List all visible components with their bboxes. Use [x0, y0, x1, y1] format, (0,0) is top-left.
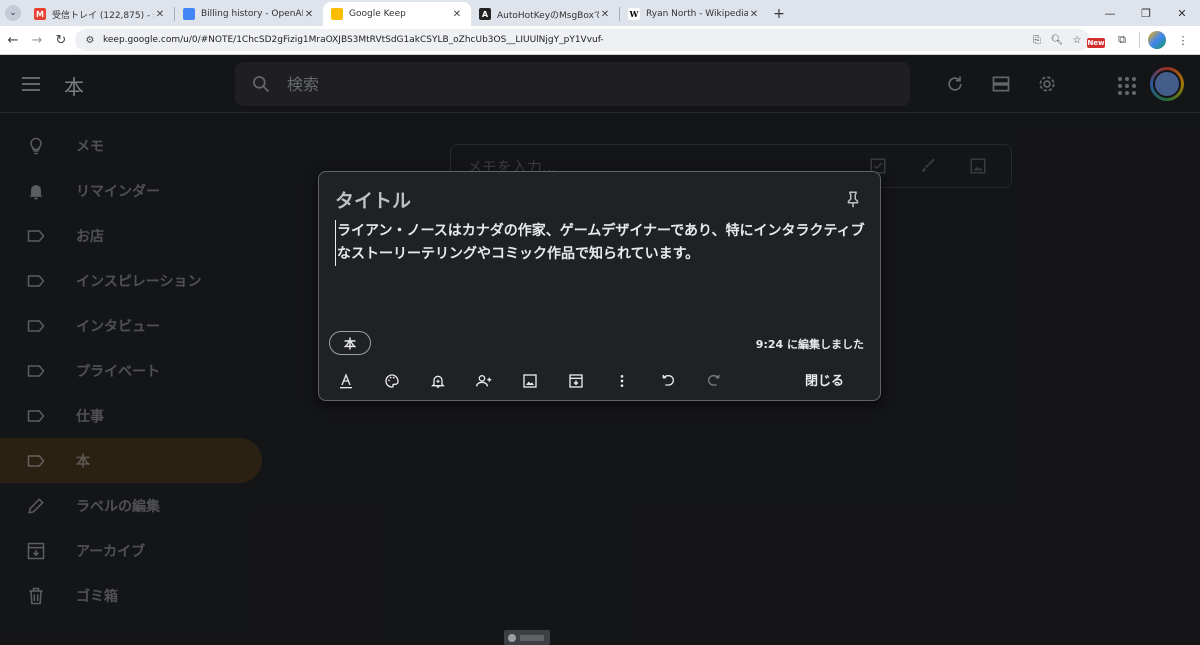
- archive-icon[interactable]: [559, 367, 593, 395]
- close-button[interactable]: 閉じる: [805, 370, 844, 389]
- tab-search-button[interactable]: ⌄: [0, 0, 26, 26]
- browser-toolbar: ← → ↻ ⚙ keep.google.com/u/0/#NOTE/1ChcSD…: [0, 26, 1200, 55]
- separator: [1139, 32, 1140, 48]
- install-app-icon[interactable]: ⎘: [1030, 33, 1044, 47]
- browser-tab[interactable]: W Ryan North - Wikipedia ✕: [620, 2, 768, 26]
- pin-icon[interactable]: [842, 188, 864, 210]
- tab-favicon-icon: [331, 8, 343, 20]
- tab-title: Ryan North - Wikipedia: [646, 9, 748, 19]
- tab-close-icon[interactable]: ✕: [748, 9, 760, 20]
- tab-close-icon[interactable]: ✕: [303, 9, 315, 20]
- tab-favicon-icon: M: [34, 8, 46, 20]
- site-info-icon[interactable]: ⚙: [83, 33, 97, 47]
- chevron-down-icon: ⌄: [5, 5, 21, 21]
- tab-title: AutoHotKeyのMsgBoxでボタンに: [497, 10, 599, 21]
- tab-close-icon[interactable]: ✕: [599, 9, 611, 20]
- browser-tab[interactable]: A AutoHotKeyのMsgBoxでボタンに✕: [471, 2, 619, 26]
- note-toolbar: [329, 367, 743, 395]
- browser-tab[interactable]: Google Keep ✕: [323, 2, 471, 26]
- new-extension-icon[interactable]: New: [1087, 38, 1105, 48]
- tab-close-icon[interactable]: ✕: [154, 9, 166, 20]
- minimize-icon[interactable]: —: [1092, 0, 1128, 26]
- browser-tab[interactable]: Billing history - OpenAI API✕: [175, 2, 323, 26]
- tab-favicon-icon: [183, 8, 195, 20]
- browser-tab-strip: ⌄ M受信トレイ (122,875) - satoshi.m✕Billing h…: [0, 0, 1200, 26]
- note-title-input[interactable]: タイトル: [335, 186, 411, 213]
- address-bar[interactable]: ⚙ keep.google.com/u/0/#NOTE/1ChcSD2gFizi…: [75, 29, 1090, 51]
- forward-button[interactable]: →: [26, 29, 48, 51]
- label-chip[interactable]: 本: [329, 331, 372, 355]
- note-editor-dialog: タイトル ライアン・ノースはカナダの作家、ゲームデザイナーであり、特にインタラク…: [318, 171, 881, 401]
- undo-icon[interactable]: [651, 367, 685, 395]
- extensions-puzzle-icon[interactable]: ⧉: [1113, 31, 1131, 49]
- edited-timestamp: 9:24 に編集しました: [755, 338, 864, 351]
- taskbar-widget: [504, 630, 550, 645]
- remind-me-bell-icon[interactable]: [421, 367, 455, 395]
- profile-avatar-icon[interactable]: [1148, 31, 1166, 49]
- more-options-icon[interactable]: [605, 367, 639, 395]
- window-controls: — ❐ ✕: [1092, 0, 1200, 26]
- text-format-icon[interactable]: [329, 367, 363, 395]
- collaborator-add-icon[interactable]: [467, 367, 501, 395]
- more-menu-icon[interactable]: ⋮: [1174, 31, 1192, 49]
- redo-icon[interactable]: [697, 367, 731, 395]
- bookmark-star-icon[interactable]: ☆: [1070, 33, 1084, 47]
- new-tab-button[interactable]: +: [768, 2, 790, 26]
- reload-button[interactable]: ↻: [50, 29, 72, 51]
- tab-favicon-icon: W: [628, 8, 640, 20]
- restore-icon[interactable]: ❐: [1128, 0, 1164, 26]
- tab-close-icon[interactable]: ✕: [451, 9, 463, 20]
- back-button[interactable]: ←: [2, 29, 24, 51]
- tab-favicon-icon: A: [479, 8, 491, 20]
- note-body-textarea[interactable]: ライアン・ノースはカナダの作家、ゲームデザイナーであり、特にインタラクティブなス…: [335, 220, 865, 266]
- add-image-icon[interactable]: [513, 367, 547, 395]
- tab-title: Billing history - OpenAI API: [201, 9, 303, 19]
- browser-tab[interactable]: M 受信トレイ (122,875) - satoshi.m✕: [26, 2, 174, 26]
- url-text[interactable]: keep.google.com/u/0/#NOTE/1ChcSD2gFizig1…: [103, 35, 604, 45]
- tab-title: Google Keep: [349, 9, 406, 19]
- zoom-icon[interactable]: 🔍︎: [1050, 33, 1064, 47]
- close-window-icon[interactable]: ✕: [1164, 0, 1200, 26]
- tab-title: 受信トレイ (122,875) - satoshi.m: [52, 10, 154, 21]
- palette-icon[interactable]: [375, 367, 409, 395]
